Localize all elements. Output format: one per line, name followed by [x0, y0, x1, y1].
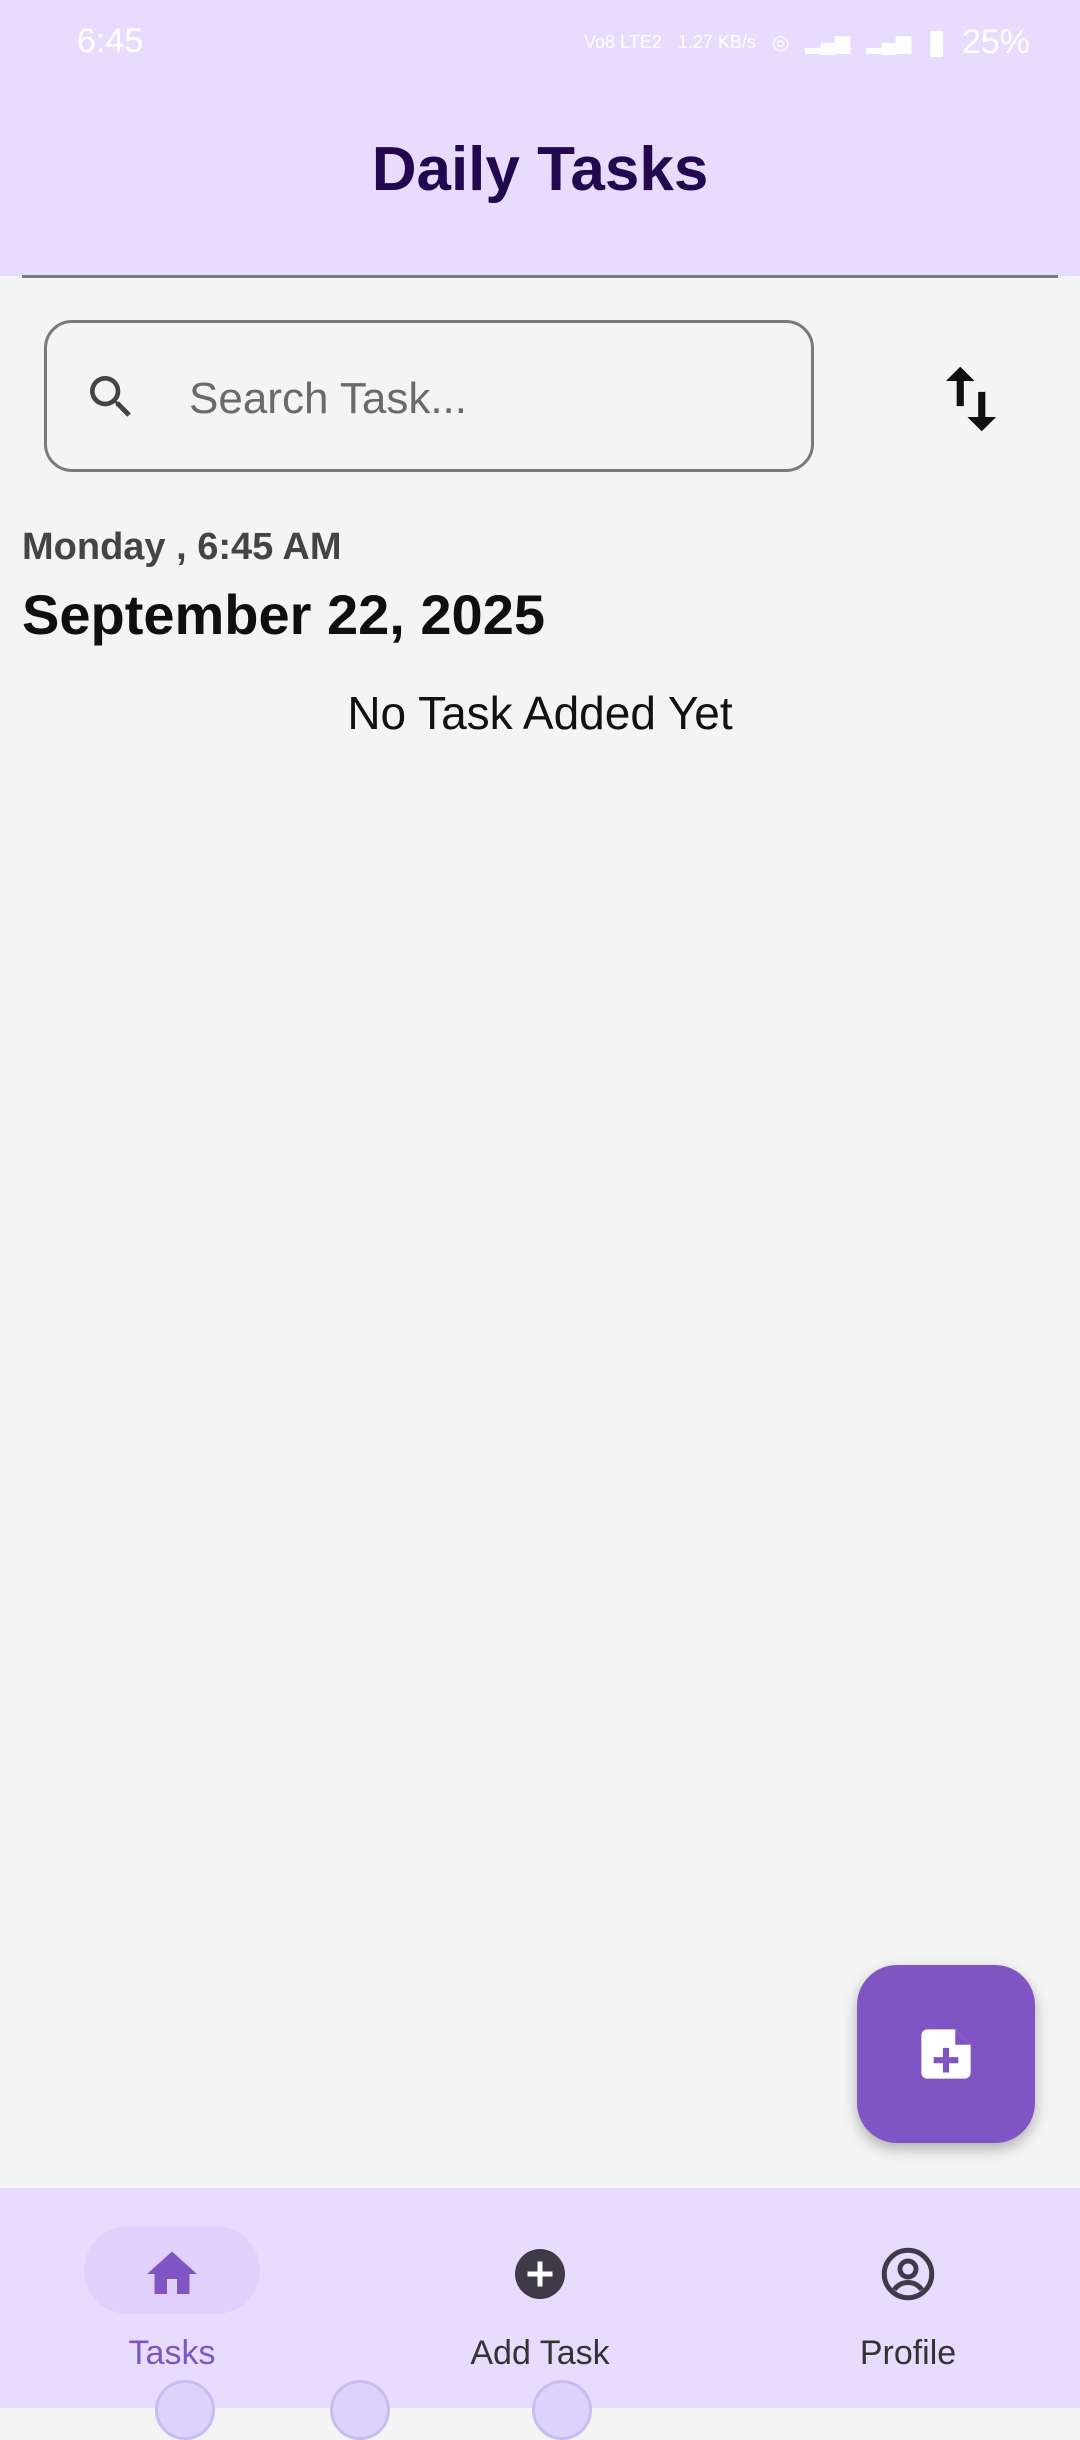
nav-item-profile[interactable]: Profile: [778, 2226, 1038, 2376]
gesture-indicator: [330, 2380, 390, 2440]
signal-icon: ▂▄▆: [866, 31, 912, 54]
hotspot-icon: ◎: [771, 31, 790, 54]
battery-level: 25%: [961, 22, 1030, 61]
battery-icon: ▮: [927, 23, 946, 61]
status-icons: Vo8 LTE2 1.27 KB/s ◎ ▂▄▆ ▂▄▆ ▮ 25%: [584, 22, 1030, 62]
date-full: September 22, 2025: [22, 583, 545, 646]
search-icon: [90, 376, 131, 417]
sort-icon[interactable]: [928, 356, 1014, 442]
status-time: 6:45: [77, 22, 144, 60]
nav-label-profile: Profile: [859, 2334, 957, 2372]
home-icon: [147, 2251, 197, 2294]
divider: [22, 275, 1058, 278]
add-circle-icon: [515, 2249, 565, 2299]
empty-state-message: No Task Added Yet: [347, 687, 733, 739]
nav-label-tasks: Tasks: [128, 2334, 216, 2372]
add-task-fab[interactable]: [857, 1965, 1035, 2143]
bottom-navigation: Tasks Add Task Profile: [0, 2188, 1080, 2408]
nav-item-add-task[interactable]: Add Task: [410, 2226, 670, 2376]
date-day-time: Monday , 6:45 AM: [22, 526, 342, 568]
app-bar: Daily Tasks: [0, 86, 1080, 276]
search-box[interactable]: [44, 320, 814, 472]
search-input[interactable]: [187, 363, 791, 435]
signal-icon: ▂▄▆: [805, 31, 851, 54]
account-circle-icon: [881, 2247, 935, 2301]
nav-item-tasks[interactable]: Tasks: [42, 2226, 302, 2376]
network-speed-label: 1.27 KB/s: [677, 32, 756, 52]
gesture-indicator: [532, 2380, 592, 2440]
network-type-label: Vo8 LTE2: [584, 32, 662, 52]
nav-label-add-task: Add Task: [470, 2334, 610, 2372]
note-add-icon: [921, 2029, 971, 2079]
status-bar: 6:45 Vo8 LTE2 1.27 KB/s ◎ ▂▄▆ ▂▄▆ ▮ 25%: [0, 0, 1080, 86]
page-title: Daily Tasks: [371, 135, 709, 204]
gesture-indicator: [155, 2380, 215, 2440]
